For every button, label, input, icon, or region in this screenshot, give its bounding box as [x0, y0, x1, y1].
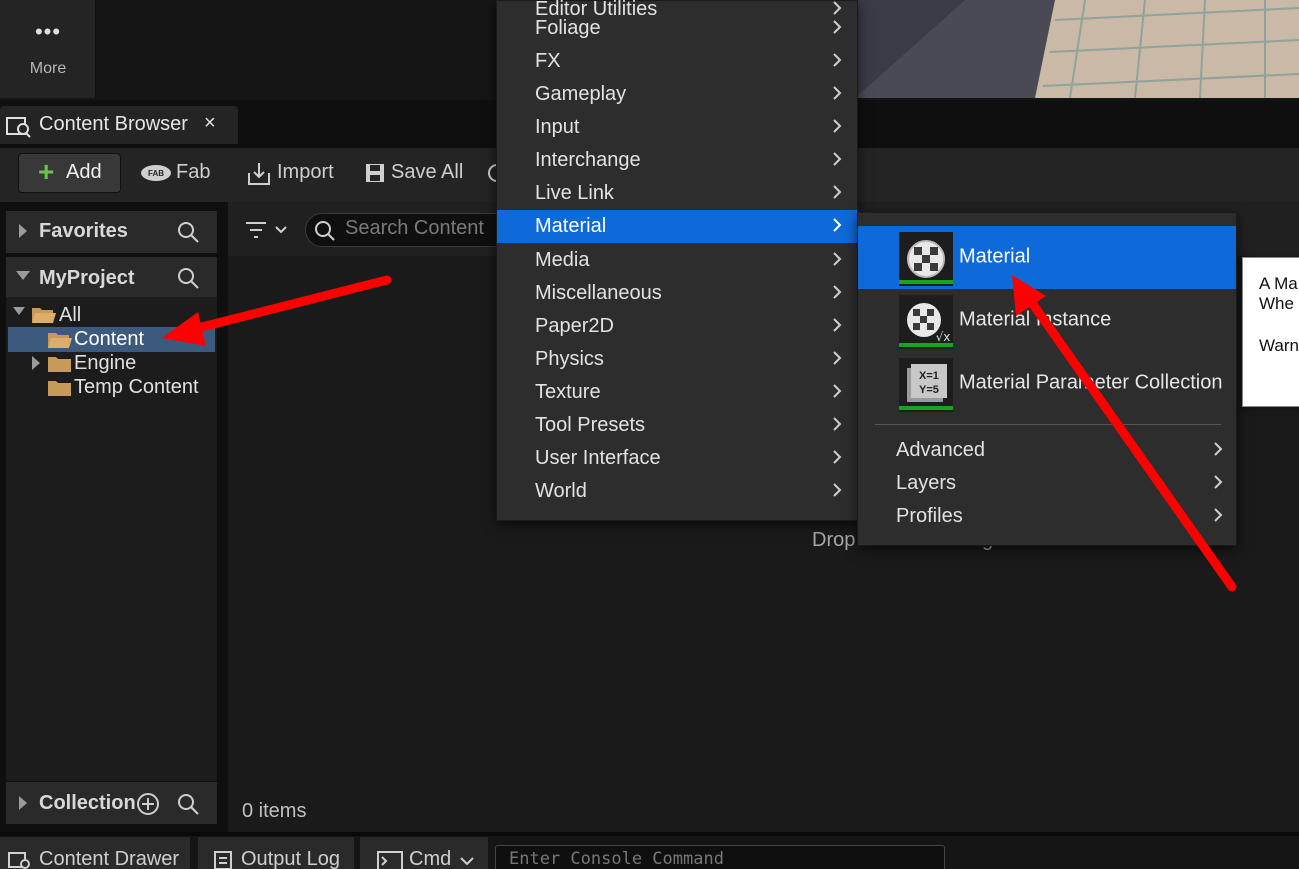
annotation-arrows	[162, 275, 1237, 592]
arrow-to-material-item	[1012, 275, 1237, 592]
arrow-to-content-folder	[162, 275, 392, 346]
